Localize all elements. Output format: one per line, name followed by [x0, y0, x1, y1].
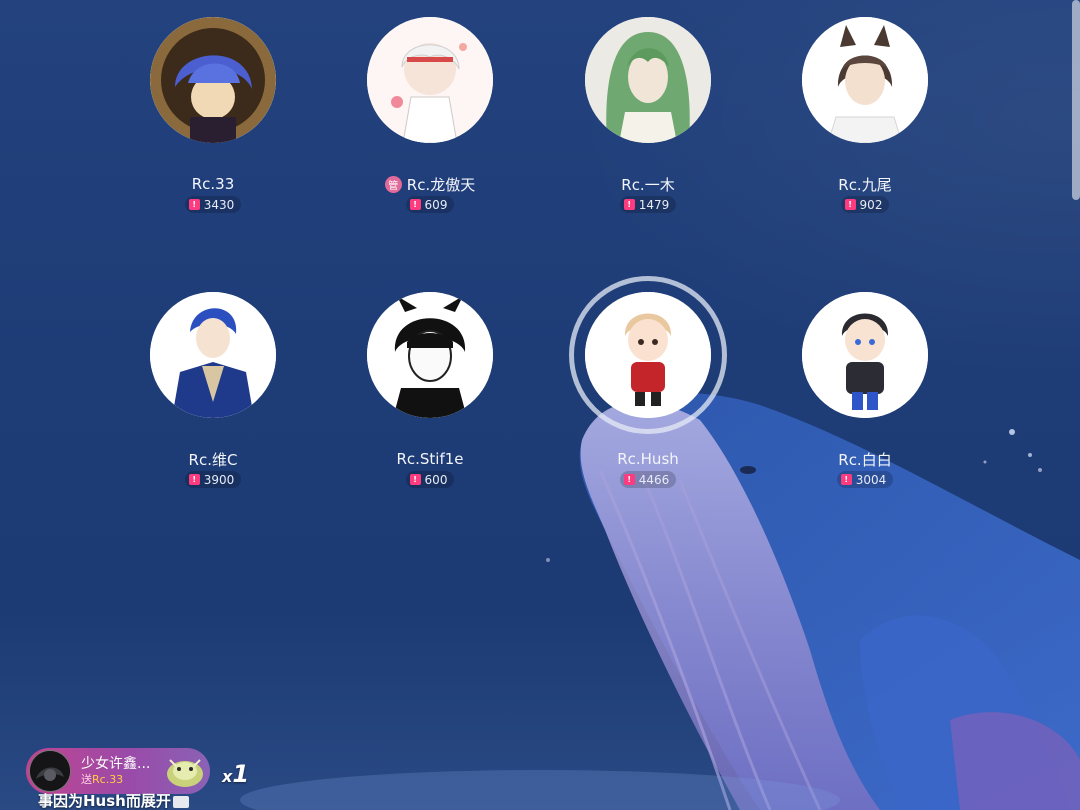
charm-score: ! 609 — [405, 196, 455, 213]
seat-name: Rc.33 — [191, 175, 235, 193]
seat-avatar-frame[interactable] — [583, 15, 713, 145]
avatar-image — [150, 292, 276, 418]
gift-icon — [162, 750, 208, 792]
avatar[interactable] — [150, 17, 276, 143]
charm-icon: ! — [840, 474, 852, 485]
charm-score: ! 3430 — [184, 196, 242, 213]
admin-badge-icon: 管 — [384, 175, 402, 193]
seat-avatar-frame[interactable] — [569, 276, 727, 434]
seat-name: Rc.白白 — [838, 450, 892, 469]
avatar-image — [367, 17, 493, 143]
avatar[interactable] — [802, 17, 928, 143]
charm-score: ! 902 — [840, 196, 890, 213]
seat-name: Rc.九尾 — [838, 175, 892, 194]
charm-score: ! 3900 — [184, 471, 242, 488]
seat-name: Rc.Hush — [617, 450, 679, 468]
speaking-ring — [569, 276, 727, 434]
avatar[interactable] — [367, 292, 493, 418]
avatar-image — [802, 292, 928, 418]
mic-seat-3[interactable]: Rc.一木 ! 1479 — [538, 15, 758, 213]
seat-avatar-frame[interactable] — [365, 15, 495, 145]
seat-avatar-frame[interactable] — [365, 290, 495, 420]
charm-icon: ! — [623, 474, 635, 485]
avatar[interactable] — [585, 17, 711, 143]
seat-name: Rc.Stif1e — [396, 450, 464, 468]
avatar[interactable] — [802, 292, 928, 418]
charm-score: ! 1479 — [619, 196, 677, 213]
charm-icon: ! — [623, 199, 635, 210]
book-icon — [172, 795, 189, 808]
avatar-image — [585, 17, 711, 143]
room-announcement: 事因为Hush而展开 — [38, 792, 189, 810]
mic-seat-5[interactable]: Rc.维C ! 3900 — [103, 290, 323, 488]
sender-avatar[interactable] — [29, 750, 71, 792]
charm-icon: ! — [188, 474, 200, 485]
charm-icon: ! — [409, 474, 421, 485]
mic-seat-8[interactable]: Rc.白白 ! 3004 — [755, 290, 975, 488]
gift-recipient-line: 送Rc.33 — [81, 772, 124, 786]
seat-avatar-frame[interactable] — [148, 15, 278, 145]
seat-avatar-frame[interactable] — [800, 290, 930, 420]
seat-name: Rc.一木 — [621, 175, 675, 194]
seat-avatar-frame[interactable] — [148, 290, 278, 420]
avatar-image — [802, 17, 928, 143]
charm-icon: ! — [409, 199, 421, 210]
charm-icon: ! — [844, 199, 856, 210]
gift-recipient: Rc.33 — [92, 772, 124, 786]
seat-avatar-frame[interactable] — [800, 15, 930, 145]
gift-text: 少女许鑫... 送Rc.33 — [81, 756, 150, 787]
seat-name: 管 Rc.龙傲天 — [384, 175, 475, 194]
charm-score: ! 4466 — [619, 471, 677, 488]
mic-seat-7[interactable]: Rc.Hush ! 4466 — [538, 276, 758, 488]
mic-seat-1[interactable]: Rc.33 ! 3430 — [103, 15, 323, 213]
charm-score: ! 600 — [405, 471, 455, 488]
avatar[interactable] — [150, 292, 276, 418]
mic-seat-2[interactable]: 管 Rc.龙傲天 ! 609 — [320, 15, 540, 213]
sender-name: 少女许鑫... — [81, 755, 151, 772]
mic-seat-6[interactable]: Rc.Stif1e ! 600 — [320, 290, 540, 488]
seat-name: Rc.维C — [188, 450, 238, 469]
avatar-image — [367, 292, 493, 418]
gift-notification-banner: 少女许鑫... 送Rc.33 — [26, 748, 210, 794]
mic-seat-4[interactable]: Rc.九尾 ! 902 — [755, 15, 975, 213]
sender-avatar-image — [30, 751, 70, 791]
avatar[interactable] — [367, 17, 493, 143]
avatar-image — [150, 17, 276, 143]
charm-icon: ! — [188, 199, 200, 210]
charm-score: ! 3004 — [836, 471, 894, 488]
gift-count: x1 — [222, 760, 250, 788]
scrollbar[interactable] — [1072, 0, 1080, 200]
